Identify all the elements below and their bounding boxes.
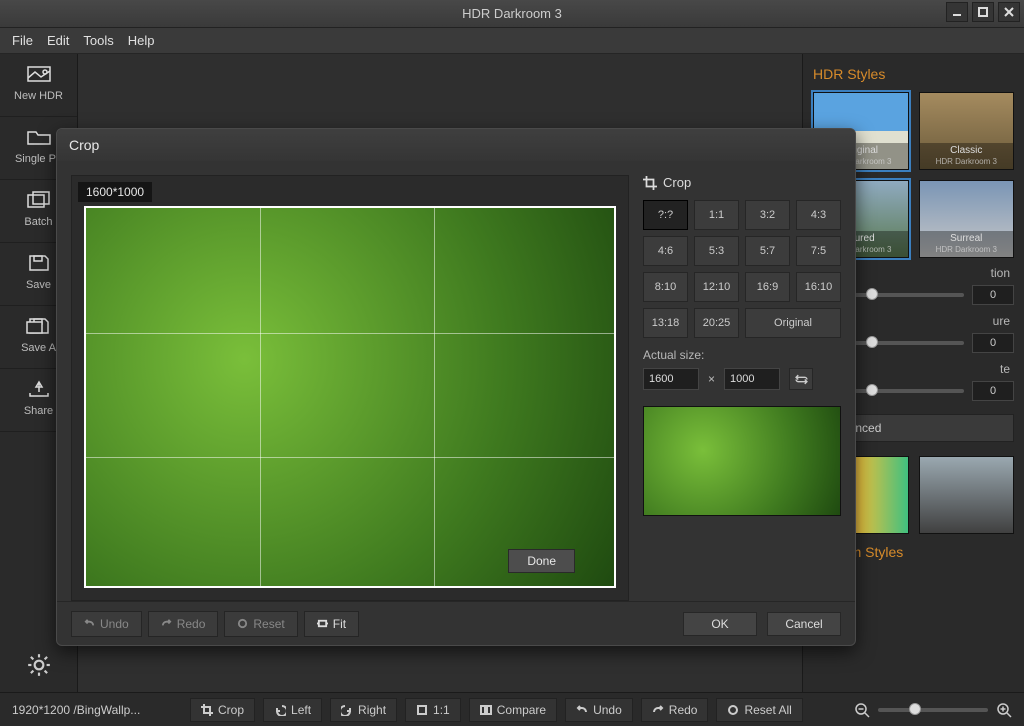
slider1-value[interactable]: 0 <box>972 285 1014 305</box>
menu-file[interactable]: File <box>12 33 33 48</box>
style-classic[interactable]: ClassicHDR Darkroom 3 <box>919 92 1015 170</box>
zoom-slider[interactable] <box>878 708 988 712</box>
sidebar-item-label: Share <box>24 405 53 417</box>
sidebar-item-label: Single Ph <box>15 153 62 165</box>
compare-icon <box>480 704 492 716</box>
ratio-4-6[interactable]: 4:6 <box>643 236 688 266</box>
gear-icon <box>26 652 52 678</box>
style-surreal[interactable]: SurrealHDR Darkroom 3 <box>919 180 1015 258</box>
crop-undo-button[interactable]: Undo <box>71 611 142 637</box>
zoom-in-icon[interactable] <box>996 702 1012 718</box>
crop-reset-button[interactable]: Reset <box>224 611 297 637</box>
ratio-original[interactable]: Original <box>745 308 841 338</box>
bottom-crop-button[interactable]: Crop <box>190 698 255 722</box>
ratio-8-10[interactable]: 8:10 <box>643 272 688 302</box>
minimize-button[interactable] <box>946 2 968 22</box>
ratio-16-9[interactable]: 16:9 <box>745 272 790 302</box>
sidebar-item-label: Batch <box>24 216 52 228</box>
ratio-4-3[interactable]: 4:3 <box>796 200 841 230</box>
slider3-value[interactable]: 0 <box>972 381 1014 401</box>
crop-redo-button[interactable]: Redo <box>148 611 219 637</box>
hdr-styles-heading: HDR Styles <box>813 66 1014 82</box>
actual-size-label: Actual size: <box>643 348 841 362</box>
sidebar-item-label: Save A <box>21 342 56 354</box>
share-icon <box>26 379 52 399</box>
crop-dimensions-tag: 1600*1000 <box>78 182 152 202</box>
ratio-16-10[interactable]: 16:10 <box>796 272 841 302</box>
status-text: 1920*1200 /BingWallp... <box>12 703 182 717</box>
bottom-undo[interactable]: Undo <box>565 698 633 722</box>
reset-icon <box>727 704 739 716</box>
ratio-7-5[interactable]: 7:5 <box>796 236 841 266</box>
crop-preview[interactable]: 1600*1000 <box>71 175 629 601</box>
rotate-left-icon <box>274 704 286 716</box>
settings-gear[interactable] <box>0 638 77 692</box>
crop-image[interactable] <box>84 206 616 588</box>
one-to-one-icon <box>416 704 428 716</box>
ratio-5-3[interactable]: 5:3 <box>694 236 739 266</box>
swap-icon <box>795 373 808 386</box>
crop-panel-header: Crop <box>643 175 841 190</box>
bottom-1to1[interactable]: 1:1 <box>405 698 461 722</box>
ratio-3-2[interactable]: 3:2 <box>745 200 790 230</box>
slider2-value[interactable]: 0 <box>972 333 1014 353</box>
times-symbol: × <box>708 372 715 386</box>
crop-height-input[interactable] <box>724 368 780 390</box>
bottom-reset-all[interactable]: Reset All <box>716 698 802 722</box>
new-hdr-icon <box>26 64 52 84</box>
redo-icon <box>652 704 664 716</box>
save-icon <box>26 253 52 273</box>
menu-tools[interactable]: Tools <box>83 33 113 48</box>
folder-icon <box>26 127 52 147</box>
ratio-grid: ?:? 1:1 3:2 4:3 4:6 5:3 5:7 7:5 8:10 12:… <box>643 200 841 338</box>
menu-bar: File Edit Tools Help <box>0 28 1024 54</box>
close-button[interactable] <box>998 2 1020 22</box>
app-title: HDR Darkroom 3 <box>462 6 562 21</box>
crop-done-button[interactable]: Done <box>508 549 575 573</box>
title-bar: HDR Darkroom 3 <box>0 0 1024 28</box>
sidebar-item-label: New HDR <box>14 90 63 102</box>
maximize-button[interactable] <box>972 2 994 22</box>
ratio-1-1[interactable]: 1:1 <box>694 200 739 230</box>
crop-mini-preview <box>643 406 841 516</box>
bottom-rotate-right[interactable]: Right <box>330 698 397 722</box>
ratio-20-25[interactable]: 20:25 <box>694 308 739 338</box>
bottom-rotate-left[interactable]: Left <box>263 698 322 722</box>
crop-width-input[interactable] <box>643 368 699 390</box>
undo-icon <box>576 704 588 716</box>
crop-ok-button[interactable]: OK <box>683 612 757 636</box>
batch-icon <box>26 190 52 210</box>
redo-icon <box>161 618 172 629</box>
crop-cancel-button[interactable]: Cancel <box>767 612 841 636</box>
ratio-13-18[interactable]: 13:18 <box>643 308 688 338</box>
bottom-bar: 1920*1200 /BingWallp... Crop Left Right … <box>0 692 1024 726</box>
sidebar-item-label: Save <box>26 279 51 291</box>
crop-dialog-title: Crop <box>57 129 855 161</box>
style-extra-2[interactable] <box>919 456 1015 534</box>
bottom-compare[interactable]: Compare <box>469 698 557 722</box>
crop-fit-button[interactable]: Fit <box>304 611 359 637</box>
sidebar-new-hdr[interactable]: New HDR <box>0 54 77 117</box>
swap-dimensions-button[interactable] <box>789 368 813 390</box>
bottom-redo[interactable]: Redo <box>641 698 709 722</box>
fit-icon <box>317 618 328 629</box>
crop-icon <box>201 704 213 716</box>
reset-icon <box>237 618 248 629</box>
zoom-out-icon[interactable] <box>854 702 870 718</box>
save-as-icon <box>26 316 52 336</box>
ratio-12-10[interactable]: 12:10 <box>694 272 739 302</box>
menu-edit[interactable]: Edit <box>47 33 69 48</box>
ratio-free[interactable]: ?:? <box>643 200 688 230</box>
ratio-5-7[interactable]: 5:7 <box>745 236 790 266</box>
menu-help[interactable]: Help <box>128 33 155 48</box>
crop-icon <box>643 176 657 190</box>
rotate-right-icon <box>341 704 353 716</box>
undo-icon <box>84 618 95 629</box>
crop-dialog: Crop 1600*1000 Crop ?:? 1:1 <box>56 128 856 646</box>
